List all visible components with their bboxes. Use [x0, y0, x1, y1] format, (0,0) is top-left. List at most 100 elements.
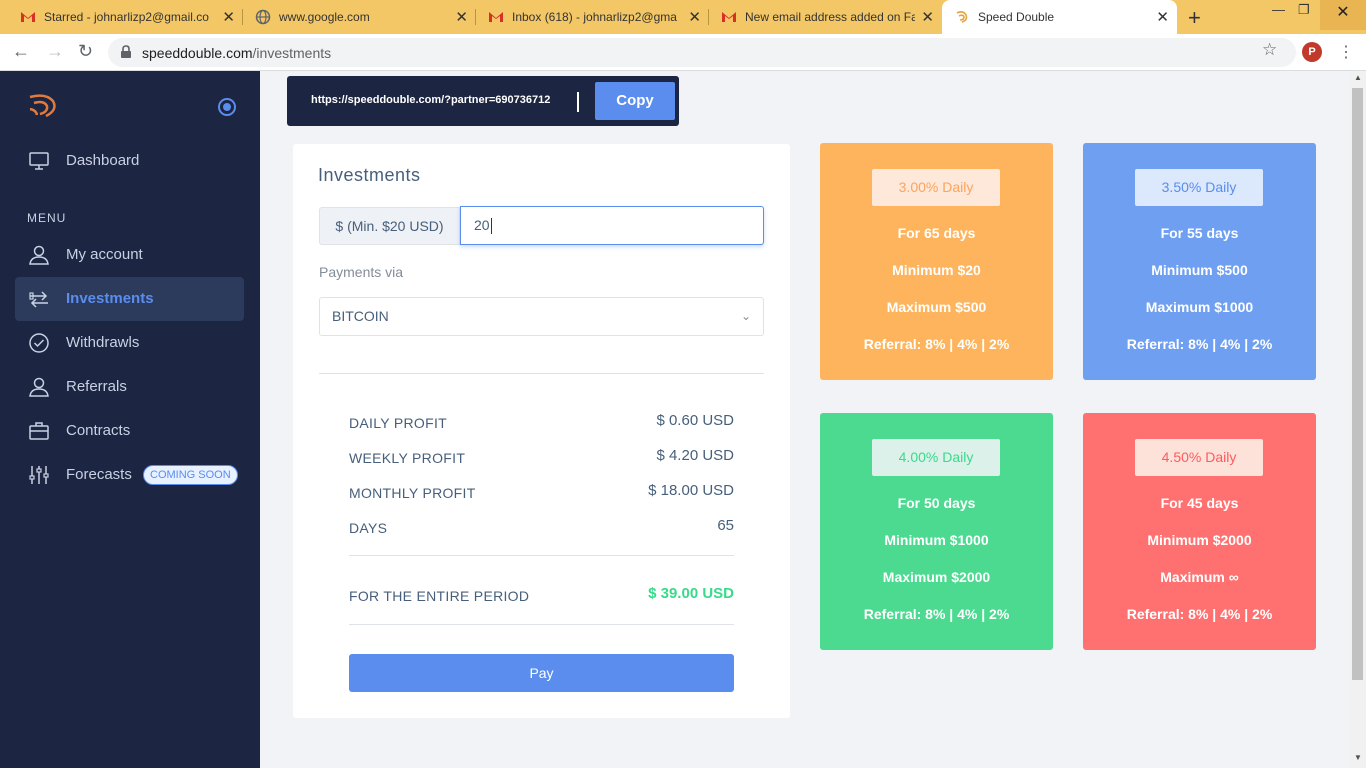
plan-referral: Referral: 8% | 4% | 2% [863, 606, 1010, 622]
plan-days: For 55 days [1160, 225, 1239, 241]
lock-icon [121, 45, 131, 58]
sidebar-item-dashboard[interactable]: Dashboard [15, 139, 244, 183]
back-icon[interactable]: ← [12, 41, 30, 62]
browser-tab[interactable]: Starred - johnarlizp2@gmail.co ✕ [8, 0, 243, 34]
plan-rate-badge: 4.50% Daily [1135, 439, 1263, 476]
sidebar-item-forecasts[interactable]: Forecasts COMING SOON [15, 453, 244, 497]
plan-days: For 45 days [1160, 495, 1239, 511]
plan-card[interactable]: 3.50% Daily For 55 days Minimum $500 Max… [1083, 143, 1316, 380]
plan-card[interactable]: 4.00% Daily For 50 days Minimum $1000 Ma… [820, 413, 1053, 650]
profile-avatar[interactable]: P [1302, 42, 1322, 62]
page-scrollbar[interactable]: ▲ ▼ [1350, 71, 1366, 768]
sidebar-item-referrals[interactable]: Referrals [15, 365, 244, 409]
window-close-icon[interactable]: ✕ [1320, 0, 1366, 30]
summary-value: $ 4.20 USD [656, 447, 734, 464]
gmail-icon [722, 12, 736, 22]
browser-tab[interactable]: www.google.com ✕ [243, 0, 476, 34]
plan-referral: Referral: 8% | 4% | 2% [863, 336, 1010, 352]
scroll-up-icon[interactable]: ▲ [1354, 73, 1362, 82]
payment-method-select[interactable]: BITCOIN ⌄ [319, 297, 764, 336]
restore-icon[interactable]: ❐ [1298, 2, 1310, 18]
close-icon[interactable]: ✕ [688, 8, 701, 26]
plan-card[interactable]: 4.50% Daily For 45 days Minimum $2000 Ma… [1083, 413, 1316, 650]
summary-label: DAYS [349, 520, 388, 536]
browser-toolbar: ← → ↻ speeddouble.com/investments ☆ P ⋮ [0, 34, 1366, 71]
browser-tab-active[interactable]: Speed Double ✕ [942, 0, 1177, 34]
sidebar-item-investments[interactable]: Investments [15, 277, 244, 321]
plan-minimum: Minimum $1000 [884, 532, 989, 548]
summary-label: MONTHLY PROFIT [349, 485, 476, 501]
page-title: Investments [318, 165, 421, 185]
chevron-down-icon: ⌄ [740, 309, 751, 323]
pay-button[interactable]: Pay [349, 654, 734, 692]
plan-minimum: Minimum $500 [1151, 262, 1248, 278]
browser-tab-strip: Starred - johnarlizp2@gmail.co ✕ www.goo… [0, 0, 1366, 34]
divider [349, 555, 734, 556]
sidebar-toggle-icon[interactable] [218, 98, 236, 116]
speeddouble-icon [956, 11, 968, 23]
sidebar-item-contracts[interactable]: Contracts [15, 409, 244, 453]
total-value: $ 39.00 USD [648, 585, 734, 602]
amount-addon: $ (Min. $20 USD) [319, 207, 460, 245]
close-icon[interactable]: ✕ [1156, 8, 1169, 26]
minimize-icon[interactable]: — [1272, 2, 1285, 17]
divider [319, 373, 764, 374]
summary-value: $ 18.00 USD [648, 482, 734, 499]
plan-days: For 65 days [897, 225, 976, 241]
referral-link-box: https://speeddouble.com/?partner=6907367… [287, 76, 679, 126]
briefcase-icon [29, 422, 49, 440]
address-bar[interactable]: speeddouble.com/investments [108, 38, 1296, 67]
payments-label: Payments via [319, 264, 404, 280]
bookmark-star-icon[interactable]: ☆ [1262, 40, 1277, 60]
plan-maximum: Maximum $500 [886, 299, 987, 315]
plan-rate-badge: 4.00% Daily [872, 439, 1000, 476]
sidebar-item-withdrawls[interactable]: Withdrawls [15, 321, 244, 365]
check-circle-icon [29, 333, 49, 353]
divider [349, 624, 734, 625]
summary-value: 65 [717, 517, 734, 534]
scrollbar-thumb[interactable] [1352, 88, 1363, 680]
plan-maximum: Maximum $1000 [1145, 299, 1254, 315]
close-icon[interactable]: ✕ [921, 8, 934, 26]
browser-tab[interactable]: Inbox (618) - johnarlizp2@gma ✕ [476, 0, 709, 34]
gmail-icon [21, 12, 35, 22]
user-icon [29, 245, 49, 265]
url-text: speeddouble.com/investments [142, 45, 332, 61]
menu-section-title: MENU [27, 211, 67, 225]
menu-kebab-icon[interactable]: ⋮ [1338, 42, 1354, 62]
users-icon [29, 377, 49, 397]
plan-minimum: Minimum $20 [892, 262, 981, 278]
referral-url: https://speeddouble.com/?partner=6907367… [311, 94, 551, 106]
browser-tab[interactable]: New email address added on Fa ✕ [709, 0, 942, 34]
amount-input[interactable]: 20 [460, 206, 764, 245]
plan-card[interactable]: 3.00% Daily For 65 days Minimum $20 Maxi… [820, 143, 1053, 380]
summary-label: DAILY PROFIT [349, 415, 447, 431]
plan-referral: Referral: 8% | 4% | 2% [1126, 336, 1273, 352]
plan-rate-badge: 3.50% Daily [1135, 169, 1263, 206]
speeddouble-logo [29, 94, 56, 118]
coming-soon-badge: COMING SOON [143, 465, 238, 485]
plan-maximum: Maximum $2000 [882, 569, 991, 585]
plan-referral: Referral: 8% | 4% | 2% [1126, 606, 1273, 622]
copy-button[interactable]: Copy [595, 82, 675, 120]
summary-value: $ 0.60 USD [656, 412, 734, 429]
reload-icon[interactable]: ↻ [78, 41, 93, 62]
close-icon[interactable]: ✕ [455, 8, 468, 26]
exchange-icon [29, 291, 48, 308]
scroll-down-icon[interactable]: ▼ [1354, 753, 1362, 762]
forward-icon[interactable]: → [46, 41, 64, 62]
gmail-icon [489, 12, 503, 22]
sidebar-item-my-account[interactable]: My account [15, 233, 244, 277]
close-icon[interactable]: ✕ [222, 8, 235, 26]
plan-rate-badge: 3.00% Daily [872, 169, 1000, 206]
investment-card: Investments $ (Min. $20 USD) 20 Payments… [293, 144, 790, 718]
new-tab-icon[interactable]: + [1188, 5, 1201, 31]
sidebar: Dashboard MENU My account Investments Wi… [0, 71, 260, 768]
monitor-icon [29, 152, 49, 170]
globe-icon [255, 9, 271, 25]
plan-minimum: Minimum $2000 [1147, 532, 1252, 548]
summary-label: WEEKLY PROFIT [349, 450, 466, 466]
main-content: https://speeddouble.com/?partner=6907367… [260, 71, 1350, 768]
sliders-icon [29, 466, 49, 484]
plan-maximum: Maximum ∞ [1160, 569, 1239, 585]
